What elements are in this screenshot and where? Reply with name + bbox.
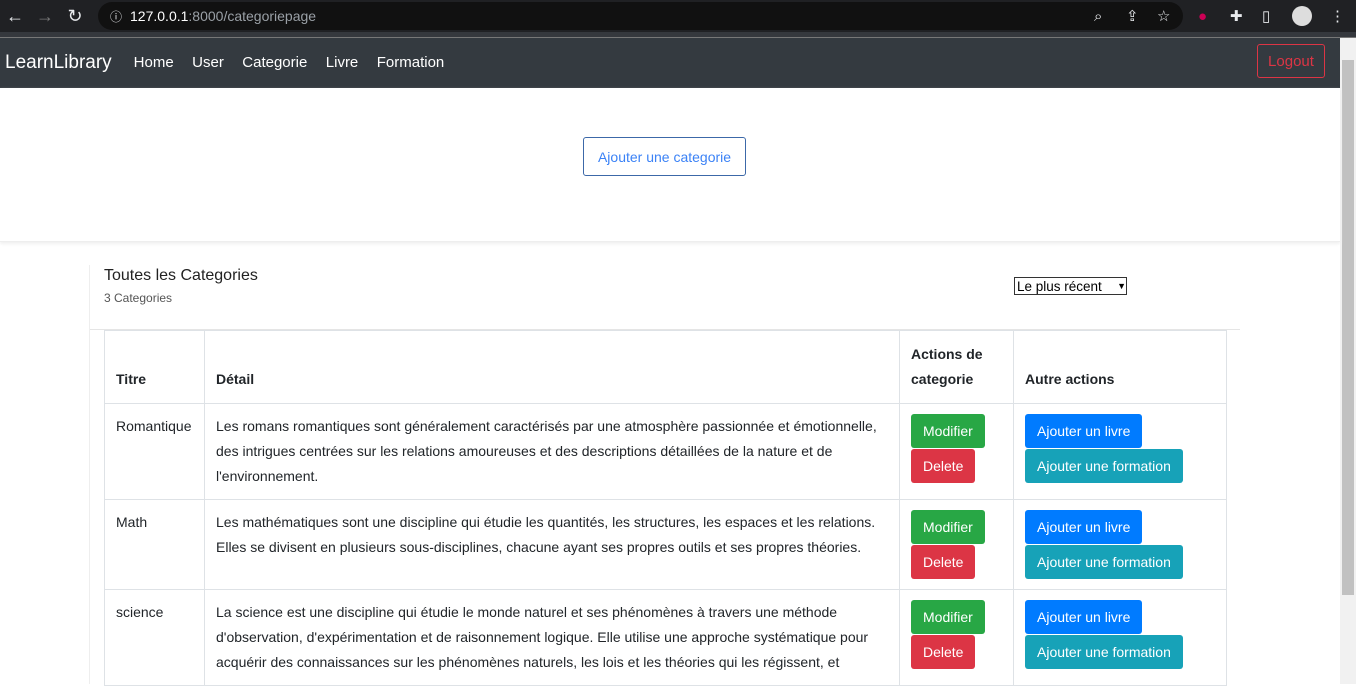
brand[interactable]: LearnLibrary [5,52,112,74]
zoom-icon[interactable]: ⌕ [1094,8,1102,25]
modify-button[interactable]: Modifier [911,510,985,544]
cell-titre: Math [104,499,205,590]
add-training-button[interactable]: Ajouter une formation [1025,545,1183,579]
back-icon[interactable]: ← [0,6,30,27]
cell-detail: Les romans romantiques sont généralement… [204,403,900,500]
add-category-button[interactable]: Ajouter une categorie [583,137,746,176]
cell-titre: science [104,589,205,686]
url-path: :8000/categoriepage [188,8,317,24]
browser-toolbar: ← → ↻ ⓘ 127.0.0.1:8000/categoriepage ⌕ ⇪… [0,0,1356,32]
header-titre: Titre [104,330,205,404]
header-other-actions: Autre actions [1013,330,1227,404]
cell-actions: Modifier Delete [899,403,1014,500]
chevron-down-icon: ▼ [1117,281,1126,291]
sort-value: Le plus récent [1017,278,1102,294]
add-book-button[interactable]: Ajouter un livre [1025,600,1143,634]
cell-actions: Modifier Delete [899,589,1014,686]
cell-detail: La science est une discipline qui étudie… [204,589,900,686]
sidepanel-icon[interactable]: ▯ [1262,7,1270,25]
add-book-button[interactable]: Ajouter un livre [1025,414,1143,448]
category-count: 3 Categories [104,291,173,305]
list-title: Toutes les Categories [104,267,258,284]
card-header: Toutes les Categories 3 Categories Le pl… [90,265,1240,330]
cell-actions: Modifier Delete [899,499,1014,590]
cell-other-actions: Ajouter un livre Ajouter une formation [1013,589,1227,686]
extension-icon[interactable]: ● [1198,8,1207,25]
cell-other-actions: Ajouter un livre Ajouter une formation [1013,499,1227,590]
delete-button[interactable]: Delete [911,635,976,669]
avatar[interactable] [1292,6,1312,26]
modify-button[interactable]: Modifier [911,414,985,448]
logout-button[interactable]: Logout [1257,44,1325,78]
address-bar[interactable]: ⓘ 127.0.0.1:8000/categoriepage [98,2,1183,30]
cell-detail: Les mathématiques sont une discipline qu… [204,499,900,590]
table-row: science La science est une discipline qu… [104,589,1227,686]
add-training-button[interactable]: Ajouter une formation [1025,449,1183,483]
categories-card: Toutes les Categories 3 Categories Le pl… [89,265,1240,686]
header-detail: Détail [204,330,900,404]
nav-categorie[interactable]: Categorie [242,54,307,71]
scrollbar[interactable] [1340,38,1356,684]
forward-icon[interactable]: → [30,6,60,27]
hero-section: Ajouter une categorie [0,88,1340,242]
menu-icon[interactable]: ⋮ [1330,7,1345,25]
star-icon[interactable]: ☆ [1157,7,1170,25]
cell-other-actions: Ajouter un livre Ajouter une formation [1013,403,1227,500]
modify-button[interactable]: Modifier [911,600,985,634]
cell-titre: Romantique [104,403,205,500]
delete-button[interactable]: Delete [911,545,976,579]
sort-select[interactable]: Le plus récent ▼ [1014,277,1127,295]
table-row: Math Les mathématiques sont une discipli… [104,499,1227,590]
table-row: Romantique Les romans romantiques sont g… [104,403,1227,500]
nav-formation[interactable]: Formation [377,54,445,71]
nav-home[interactable]: Home [134,54,174,71]
reload-icon[interactable]: ↻ [60,6,90,27]
info-icon: ⓘ [110,9,123,24]
header-actions: Actions de categorie [899,330,1014,404]
nav-user[interactable]: User [192,54,224,71]
puzzle-icon[interactable]: ✚ [1230,7,1243,25]
nav-livre[interactable]: Livre [326,54,359,71]
add-training-button[interactable]: Ajouter une formation [1025,635,1183,669]
add-book-button[interactable]: Ajouter un livre [1025,510,1143,544]
share-icon[interactable]: ⇪ [1126,7,1139,25]
navbar: LearnLibrary Home User Categorie Livre F… [0,38,1340,88]
categories-table: Titre Détail Actions de categorie Autre … [104,330,1227,686]
scrollbar-thumb[interactable] [1342,60,1354,595]
delete-button[interactable]: Delete [911,449,976,483]
url-host: 127.0.0.1 [130,8,189,24]
